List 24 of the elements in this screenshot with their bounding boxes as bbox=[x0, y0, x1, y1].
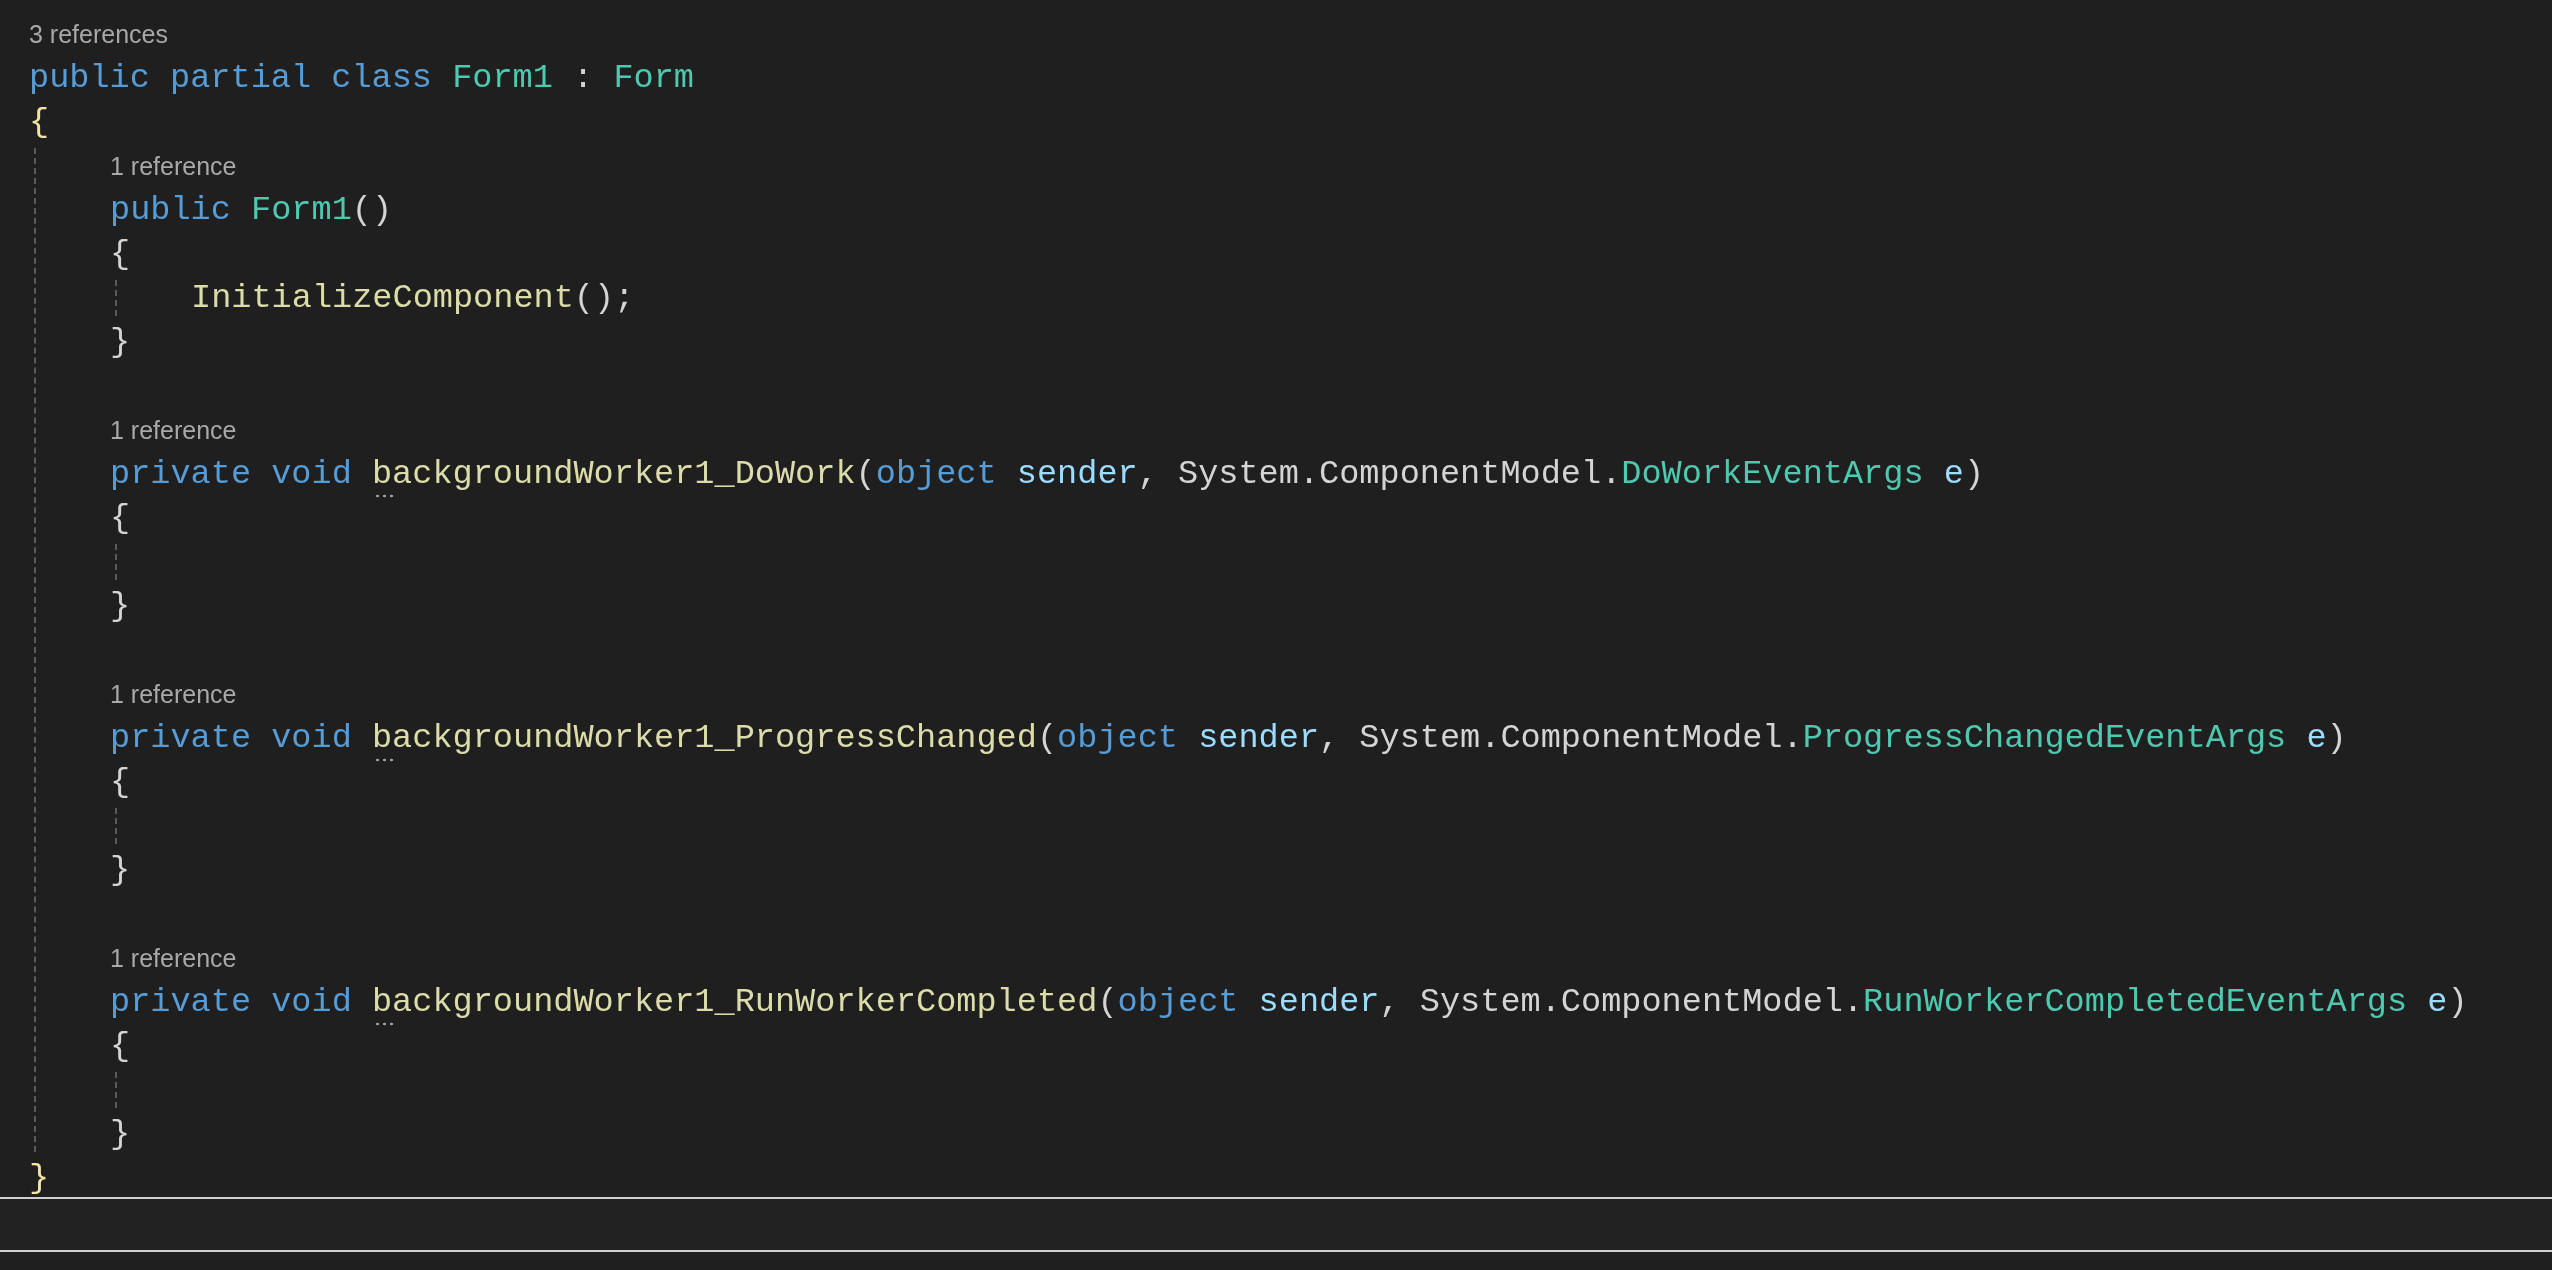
code-line: } bbox=[110, 586, 132, 627]
suggestion-dots-icon[interactable] bbox=[373, 494, 394, 498]
code-line: } bbox=[110, 322, 132, 363]
code-line: } bbox=[110, 1114, 132, 1155]
code-line: public partial class Form1 : Form bbox=[29, 58, 695, 99]
codelens-reference-link[interactable]: 1 reference bbox=[110, 416, 237, 444]
code-line: { bbox=[29, 102, 51, 143]
code-line: { bbox=[110, 498, 132, 539]
codelens-reference-link[interactable]: 3 references bbox=[29, 20, 168, 48]
codelens-reference-link[interactable]: 1 reference bbox=[110, 152, 237, 180]
code-line: } bbox=[29, 1158, 51, 1199]
suggestion-dots-icon[interactable] bbox=[373, 1022, 394, 1026]
code-line: { bbox=[110, 1026, 132, 1067]
code-line: { bbox=[110, 234, 132, 275]
code-line: InitializeComponent(); bbox=[191, 278, 636, 319]
code-line: public Form1() bbox=[110, 190, 394, 231]
code-line: } bbox=[110, 850, 132, 891]
codelens-reference-link[interactable]: 1 reference bbox=[110, 944, 237, 972]
code-line: private void backgroundWorker1_RunWorkerCompleted(object sender, System.ComponentModel.RunWorkerCompletedEventArgs e) bbox=[110, 980, 2552, 1024]
code-line: { bbox=[110, 762, 132, 803]
codelens-reference-link[interactable]: 1 reference bbox=[110, 680, 237, 708]
code-line: private void backgroundWorker1_ProgressChanged(object sender, System.ComponentModel.ProgressChangedEventArgs e) bbox=[110, 716, 2552, 760]
suggestion-dots-icon[interactable] bbox=[373, 758, 394, 762]
code-line: private void backgroundWorker1_DoWork(object sender, System.ComponentModel.DoWorkEventArgs e) bbox=[110, 452, 2552, 496]
